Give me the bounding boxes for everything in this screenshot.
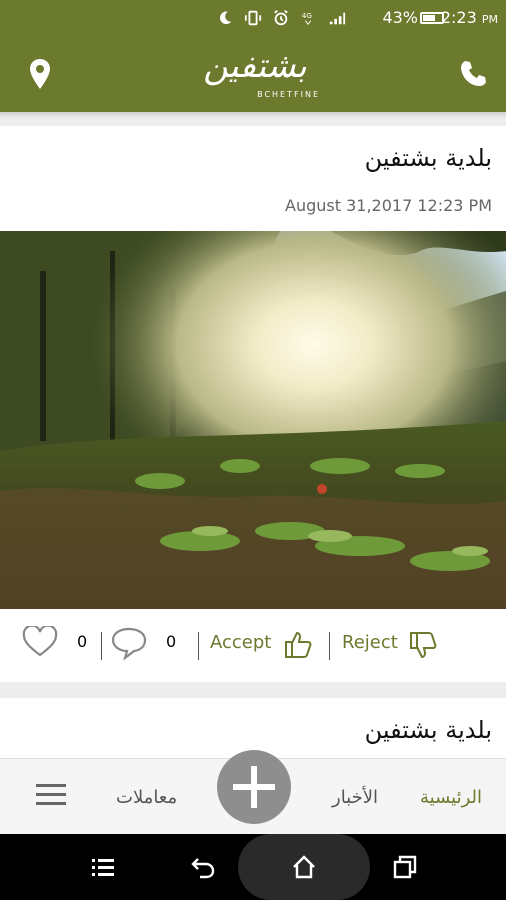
likes-count: 0 — [77, 632, 88, 651]
reject-label: Reject — [342, 632, 398, 653]
app-header: بشتفين BCHETFINE — [0, 38, 506, 112]
post-title[interactable]: بلدية بشتفين — [365, 144, 492, 172]
home-icon[interactable] — [291, 854, 317, 880]
divider — [198, 632, 199, 660]
hamburger-menu-icon[interactable] — [36, 781, 66, 809]
comment-icon[interactable] — [110, 626, 148, 660]
app-logo: بشتفين BCHETFINE — [170, 46, 340, 102]
alarm-icon — [274, 10, 288, 26]
plus-icon — [233, 766, 275, 808]
post-actions: 0 0 Accept Reject — [0, 626, 506, 668]
header-shadow — [0, 112, 506, 118]
thumbs-down-icon[interactable] — [408, 630, 438, 662]
post-date: August 31,2017 12:23 PM — [285, 196, 492, 215]
network-4g-icon: 4G — [302, 11, 312, 26]
logo-latin: BCHETFINE — [257, 90, 320, 99]
heart-icon[interactable] — [22, 626, 58, 658]
divider — [329, 632, 330, 660]
nav-transactions[interactable]: معاملات — [116, 787, 177, 808]
back-icon[interactable] — [190, 854, 216, 880]
battery-percent: 43% — [382, 8, 418, 27]
post-card[interactable]: بلدية بشتفين August 31,2017 12:23 PM 0 0… — [0, 126, 506, 682]
vibrate-icon — [244, 10, 262, 26]
location-pin-icon[interactable] — [28, 58, 52, 90]
post-card[interactable]: بلدية بشتفين — [0, 698, 506, 758]
accept-label: Accept — [210, 632, 272, 653]
status-bar: 4G 43% 2:23 PM — [0, 0, 506, 38]
recent-list-icon[interactable] — [90, 854, 116, 880]
status-icons: 4G — [216, 8, 346, 28]
clock-suffix: PM — [481, 13, 498, 26]
add-button[interactable] — [217, 750, 291, 824]
accept-button[interactable]: Accept — [210, 632, 271, 653]
phone-icon[interactable] — [458, 58, 490, 90]
post-photo[interactable] — [0, 231, 506, 609]
svg-text:4G: 4G — [302, 11, 312, 20]
reject-button[interactable]: Reject — [342, 632, 398, 653]
nav-home[interactable]: الرئيسية — [420, 787, 482, 808]
overview-icon[interactable] — [392, 854, 418, 880]
thumbs-up-icon[interactable] — [283, 628, 313, 660]
comment-action[interactable] — [110, 626, 148, 660]
nav-news[interactable]: الأخبار — [332, 787, 378, 808]
post-title[interactable]: بلدية بشتفين — [365, 716, 492, 744]
clock-time: 2:23 — [440, 8, 477, 27]
clock: 2:23 PM — [441, 8, 498, 27]
logo-arabic: بشتفين — [203, 46, 307, 86]
moon-icon — [219, 11, 232, 25]
divider — [101, 632, 102, 660]
signal-icon — [329, 12, 346, 25]
like-action[interactable] — [22, 626, 58, 658]
system-nav-bar — [0, 834, 506, 900]
comments-count: 0 — [166, 632, 177, 651]
